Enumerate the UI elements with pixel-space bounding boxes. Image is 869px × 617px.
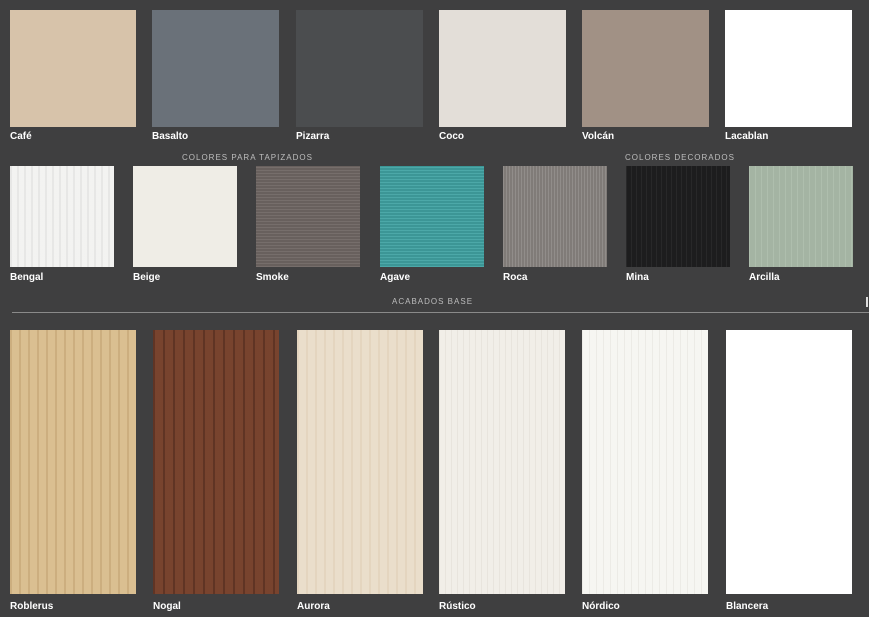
edge-marker (866, 297, 868, 307)
section-title-upholstery: COLORES PARA TAPIZADOS (182, 153, 313, 162)
swatch-roblerus[interactable] (10, 330, 136, 594)
label-beige: Beige (133, 272, 161, 283)
swatch-mina[interactable] (626, 166, 730, 267)
swatch-lacablan[interactable] (725, 10, 852, 127)
swatch-pizarra[interactable] (296, 10, 423, 127)
label-smoke: Smoke (256, 272, 289, 283)
swatch-roca[interactable] (503, 166, 607, 267)
label-volcan: Volcán (582, 131, 615, 142)
swatch-arcilla[interactable] (749, 166, 853, 267)
swatch-beige[interactable] (133, 166, 237, 267)
swatch-coco[interactable] (439, 10, 566, 127)
swatch-bengal[interactable] (10, 166, 114, 267)
swatch-nogal[interactable] (153, 330, 279, 594)
swatch-cafe[interactable] (10, 10, 136, 127)
label-pizarra: Pizarra (296, 131, 330, 142)
section-title-base: ACABADOS BASE (392, 297, 474, 306)
swatch-rustico[interactable] (439, 330, 565, 594)
label-coco: Coco (439, 131, 464, 142)
swatch-agave[interactable] (380, 166, 484, 267)
swatch-basalto[interactable] (152, 10, 279, 127)
label-arcilla: Arcilla (749, 272, 780, 283)
label-blancera: Blancera (726, 601, 769, 612)
swatch-smoke[interactable] (256, 166, 360, 267)
label-lacablan: Lacablan (725, 131, 769, 142)
label-mina: Mina (626, 272, 649, 283)
label-basalto: Basalto (152, 131, 189, 142)
label-aurora: Aurora (297, 601, 330, 612)
swatch-nordico[interactable] (582, 330, 708, 594)
label-agave: Agave (380, 272, 411, 283)
label-nogal: Nogal (153, 601, 181, 612)
label-bengal: Bengal (10, 272, 44, 283)
section-title-decor: COLORES DECORADOS (625, 153, 735, 162)
section-divider (12, 312, 869, 313)
swatch-volcan[interactable] (582, 10, 709, 127)
label-nordico: Nórdico (582, 601, 620, 612)
label-roblerus: Roblerus (10, 601, 54, 612)
label-roca: Roca (503, 272, 528, 283)
label-cafe: Café (10, 131, 32, 142)
label-rustico: Rústico (439, 601, 476, 612)
swatch-aurora[interactable] (297, 330, 423, 594)
swatch-blancera[interactable] (726, 330, 852, 594)
